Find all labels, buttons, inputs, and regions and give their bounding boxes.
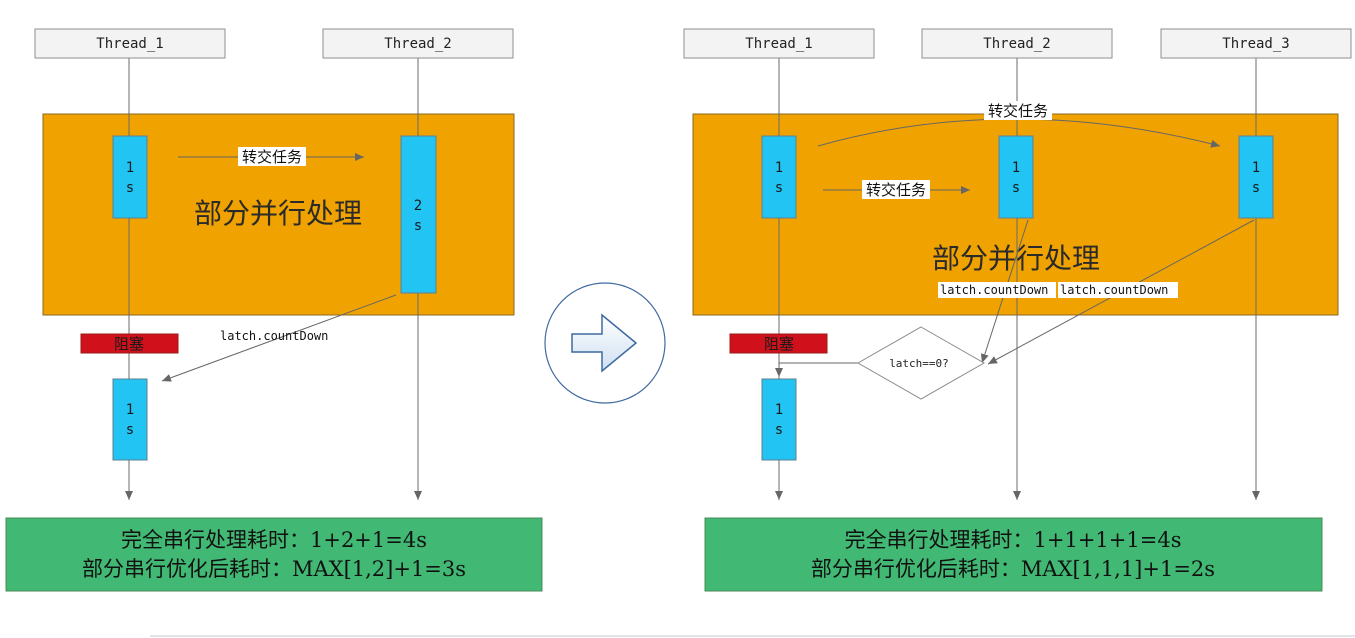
left-task-thread1 [112,135,148,219]
left-task-thread2 [400,135,437,294]
left-thread2-label: Thread_2 [384,36,451,52]
right-task-thread1 [761,135,797,219]
right-decision-label: latch==0? [889,357,949,370]
left-thread1-label: Thread_1 [96,36,163,52]
left-latch-label: latch.countDown [220,329,328,343]
diagram-canvas: Thread_1 Thread_2 1s 2s 1s 部分并行处理 转交任务 l… [5,28,1355,637]
left-region-title: 部分并行处理 [194,197,362,230]
left-blocked-label: 阻塞 [114,335,144,353]
left-summary-line2: 部分串行优化后耗时：MAX[1,2]+1=3s [82,557,466,581]
right-diagram: Thread_1 Thread_2 Thread_3 1s 1s 1s 1s 部… [683,28,1352,592]
left-handoff-label: 转交任务 [242,148,302,166]
right-summary-line1: 完全串行处理耗时：1+1+1+1=4s [845,528,1182,552]
right-handoff-top-label: 转交任务 [988,102,1048,120]
right-thread3-label: Thread_3 [1222,36,1289,52]
right-task-thread3 [1238,135,1274,219]
right-blocked-label: 阻塞 [764,335,794,353]
right-arrow-icon [544,282,666,404]
right-task-thread2 [998,135,1034,219]
left-diagram: Thread_1 Thread_2 1s 2s 1s 部分并行处理 转交任务 l… [5,28,543,592]
right-thread2-label: Thread_2 [983,36,1050,52]
right-handoff-mid-label: 转交任务 [866,181,926,199]
left-task-after-wait [112,378,148,461]
right-thread1-label: Thread_1 [745,36,812,52]
right-summary-line2: 部分串行优化后耗时：MAX[1,1,1]+1=2s [811,557,1215,581]
right-latch-label-b: latch.countDown [1060,283,1168,297]
right-task-after-wait [761,378,797,461]
right-latch-label-a: latch.countDown [940,283,1048,297]
left-summary-line1: 完全串行处理耗时：1+2+1=4s [121,528,427,552]
